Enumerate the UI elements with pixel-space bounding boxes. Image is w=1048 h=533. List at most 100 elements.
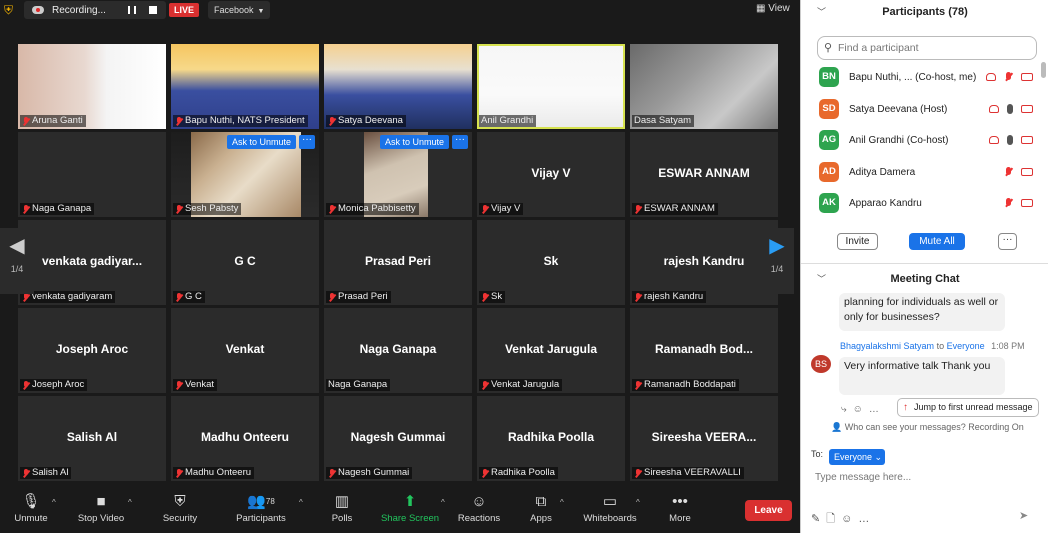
participant-name-label: Joseph Aroc [20, 379, 88, 391]
cloud-record-icon [32, 6, 44, 14]
video-tile[interactable]: Naga Ganapa Naga Ganapa [324, 308, 472, 393]
participant-row[interactable]: AG Anil Grandhi (Co-host) [801, 125, 1048, 157]
live-badge[interactable]: LIVE [169, 3, 199, 17]
video-tile[interactable]: G C G C [171, 220, 319, 305]
share-screen-icon [986, 73, 996, 81]
video-tile[interactable]: Radhika Poolla Radhika Poolla [477, 396, 625, 481]
video-tile[interactable]: Sk Sk [477, 220, 625, 305]
video-options-caret[interactable]: ^ [128, 498, 132, 507]
shield-icon[interactable]: ⛨ [4, 3, 16, 17]
video-tile[interactable]: Prasad Peri Prasad Peri [324, 220, 472, 305]
participant-list-scrollbar[interactable] [1041, 62, 1046, 78]
video-tile[interactable]: Anil Grandhi [477, 44, 625, 129]
video-tile[interactable]: Ramanadh Bod... Ramanadh Boddapati [630, 308, 778, 393]
more-button[interactable]: ••• More [649, 488, 711, 533]
chevron-down-icon[interactable]: ﹀ [817, 0, 826, 24]
apps-options-caret[interactable]: ^ [560, 498, 564, 507]
video-tile[interactable]: Satya Deevana [324, 44, 472, 129]
apps-label: Apps [530, 513, 552, 524]
chat-sender[interactable]: Bhagyalakshmi Satyam [840, 341, 934, 351]
pause-recording-button[interactable] [128, 6, 136, 14]
video-tile[interactable]: rajesh Kandru rajesh Kandru [630, 220, 778, 305]
video-tile[interactable]: Vijay V Vijay V [477, 132, 625, 217]
format-icon[interactable]: ✎ [811, 513, 826, 525]
security-button[interactable]: ⛨ Security [149, 488, 211, 533]
participant-name: Joseph Aroc [32, 379, 85, 390]
video-tile[interactable]: Sireesha VEERA... Sireesha VEERAVALLI [630, 396, 778, 481]
more-dots-icon[interactable]: … [869, 404, 885, 415]
video-tile[interactable]: Madhu Onteeru Madhu Onteeru [171, 396, 319, 481]
avatar: AD [819, 161, 839, 182]
ask-to-unmute-button[interactable]: Ask to Unmute [380, 135, 450, 149]
search-icon: ⚲ [824, 42, 833, 54]
participant-row[interactable]: AK Apparao Kandru [801, 188, 1048, 220]
video-tile[interactable]: Venkat Jarugula Venkat Jarugula [477, 308, 625, 393]
leave-button[interactable]: Leave [745, 500, 792, 521]
video-tile[interactable]: Dasa Satyam [630, 44, 778, 129]
apps-button[interactable]: ⧉ Apps [510, 488, 572, 533]
share-screen-icon: ⬆ [403, 493, 417, 510]
chat-title: Meeting Chat [890, 273, 960, 285]
participant-search-input[interactable]: ⚲ Find a participant [817, 36, 1037, 60]
whiteboards-button[interactable]: ▭ Whiteboards [579, 488, 641, 533]
reactions-button[interactable]: ☺ Reactions [448, 488, 510, 533]
video-off-icon [1021, 167, 1033, 176]
video-tile[interactable]: ESWAR ANNAM ESWAR ANNAM [630, 132, 778, 217]
mic-off-icon [634, 204, 642, 214]
send-icon[interactable]: ➤ [1019, 509, 1028, 522]
invite-button[interactable]: Invite [837, 233, 878, 250]
video-tile[interactable]: Ask to Unmute ··· Monica Pabbisetty [324, 132, 472, 217]
reply-icon[interactable]: ⤷ [841, 404, 853, 415]
meeting-topbar: ⛨ Recording... LIVE Facebook ▼ ▦ View [0, 0, 800, 20]
video-tile[interactable]: Bapu Nuthi, NATS President [171, 44, 319, 129]
video-tile[interactable]: Joseph Aroc Joseph Aroc [18, 308, 166, 393]
recipient-dropdown[interactable]: Everyone ⌄ [829, 449, 885, 465]
avatar: BS [811, 355, 831, 373]
participant-name-label: Venkat Jarugula [479, 379, 563, 391]
stop-recording-button[interactable] [149, 6, 157, 14]
avatar: AK [819, 193, 839, 213]
chat-message-input[interactable]: Type message here... [815, 472, 911, 483]
previous-page-button[interactable]: ◀ 1/4 [0, 228, 34, 294]
participant-row[interactable]: BN Bapu Nuthi, ... (Co-host, me) [801, 62, 1048, 94]
participant-status-icons [989, 103, 1033, 114]
mic-off-icon [328, 116, 336, 126]
mute-all-button[interactable]: Mute All [909, 233, 965, 250]
emoji-icon[interactable]: ☺ [853, 404, 869, 415]
participant-row[interactable]: AD Aditya Damera [801, 157, 1048, 189]
chevron-down-icon[interactable]: ﹀ [817, 268, 826, 290]
video-tile[interactable]: Salish Al Salish Al [18, 396, 166, 481]
chat-visibility-info[interactable]: 👤 Who can see your messages? Recording O… [831, 422, 1024, 433]
video-tile[interactable]: Venkat Venkat [171, 308, 319, 393]
audio-options-caret[interactable]: ^ [52, 498, 56, 507]
stop-video-button[interactable]: ■ Stop Video [70, 488, 132, 533]
polls-button[interactable]: ▥ Polls [311, 488, 373, 533]
participant-display-name: Joseph Aroc [55, 342, 129, 356]
whiteboards-options-caret[interactable]: ^ [636, 498, 640, 507]
tile-more-button[interactable]: ··· [452, 135, 468, 149]
video-tile[interactable]: venkata gadiyar... venkata gadiyaram [18, 220, 166, 305]
tile-more-button[interactable]: ··· [299, 135, 315, 149]
ask-to-unmute-button[interactable]: Ask to Unmute [227, 135, 297, 149]
video-tile[interactable]: Ask to Unmute ··· Sesh Pabsty [171, 132, 319, 217]
jump-to-unread-button[interactable]: ↑ Jump to first unread message [897, 398, 1039, 417]
participants-count: 78 [265, 497, 275, 506]
livestream-platform-dropdown[interactable]: Facebook ▼ [208, 1, 270, 19]
next-page-button[interactable]: ▶ 1/4 [760, 228, 794, 294]
share-options-caret[interactable]: ^ [441, 498, 445, 507]
more-dots-icon[interactable]: … [858, 513, 875, 525]
unmute-button[interactable]: 🎙 Unmute [0, 488, 62, 533]
participants-button[interactable]: 👥78 Participants [230, 488, 292, 533]
share-screen-button[interactable]: ⬆ Share Screen [379, 488, 441, 533]
emoji-icon[interactable]: ☺ [841, 513, 858, 525]
avatar: BN [819, 67, 839, 87]
more-options-button[interactable]: ··· [998, 233, 1017, 250]
mic-off-icon [175, 468, 183, 478]
video-tile[interactable]: Naga Ganapa [18, 132, 166, 217]
view-button[interactable]: ▦ View [756, 3, 790, 14]
participant-row[interactable]: SD Satya Deevana (Host) [801, 94, 1048, 126]
video-tile[interactable]: Aruna Ganti [18, 44, 166, 129]
video-tile[interactable]: Nagesh Gummai Nagesh Gummai [324, 396, 472, 481]
file-icon[interactable]: 🗋 [826, 513, 841, 525]
participants-options-caret[interactable]: ^ [299, 498, 303, 507]
